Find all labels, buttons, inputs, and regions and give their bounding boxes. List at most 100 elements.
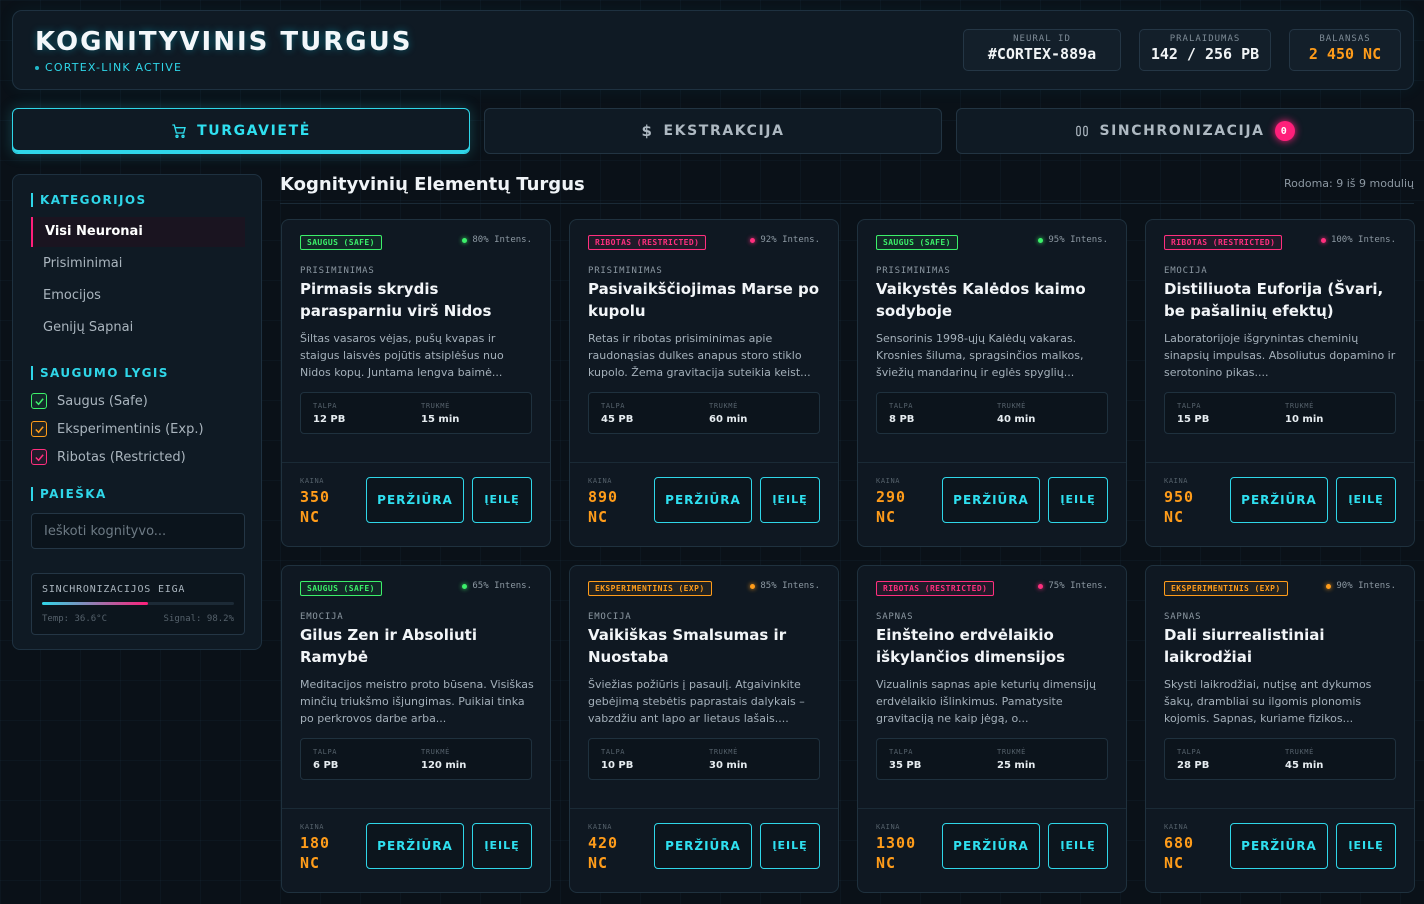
- intensity-indicator: 65% Intens.: [462, 581, 532, 591]
- tab-extraction[interactable]: $ EKSTRAKCIJA: [484, 108, 942, 154]
- add-to-queue-button[interactable]: Į EILĘ: [1336, 477, 1396, 523]
- queue-label-line2: EILĘ: [777, 493, 808, 506]
- status-text: CORTEX-LINK ACTIVE: [45, 61, 183, 74]
- intensity-indicator: 90% Intens.: [1326, 581, 1396, 591]
- queue-label-line2: EILĘ: [1065, 839, 1096, 852]
- safety-tag: SAUGUS (SAFE): [876, 235, 958, 250]
- filter-restricted-label: Ribotas (Restricted): [57, 449, 186, 465]
- price-label: KAINA: [1164, 477, 1189, 485]
- sidebar-item-all-neurons[interactable]: Visi Neuronai: [31, 217, 245, 247]
- dollar-icon: $: [641, 122, 654, 140]
- card-specs: TALPA 12 PB TRUKMĖ 15 min: [300, 392, 532, 434]
- card-title: Einšteino erdvėlaikio iškylančios dimens…: [876, 626, 1066, 666]
- capacity-label: TALPA: [601, 402, 626, 410]
- checkbox-safe[interactable]: [31, 393, 47, 409]
- intensity-value: 90% Intens.: [1336, 581, 1396, 591]
- duration-value: 120 min: [421, 760, 467, 771]
- tab-sync-label: SINCHRONIZACIJA: [1099, 123, 1265, 139]
- duration-label: TRUKMĖ: [709, 402, 738, 410]
- preview-button[interactable]: PERŽIŪRA: [1230, 823, 1328, 869]
- preview-button[interactable]: PERŽIŪRA: [942, 823, 1040, 869]
- intensity-indicator: 75% Intens.: [1038, 581, 1108, 591]
- sync-icon: [1076, 125, 1089, 137]
- queue-label-line2: EILĘ: [777, 839, 808, 852]
- card-title: Vaikiškas Smalsumas ir Nuostaba: [588, 626, 787, 666]
- card-title: Distiliuota Euforija (Švari, be pašalini…: [1164, 280, 1384, 320]
- card-description: Šiltas vasaros vėjas, pušų kvapas ir sta…: [300, 332, 504, 379]
- product-card[interactable]: RIBOTAS (RESTRICTED) 100% Intens. EMOCIJA D…: [1145, 219, 1415, 547]
- card-footer: KAINA 290 NC PERŽIŪRA Į EILĘ: [858, 462, 1126, 546]
- add-to-queue-button[interactable]: Į EILĘ: [472, 477, 532, 523]
- capacity-value: 45 PB: [601, 414, 634, 425]
- checkbox-experimental[interactable]: [31, 421, 47, 437]
- card-specs: TALPA 35 PB TRUKMĖ 25 min: [876, 738, 1108, 780]
- capacity-value: 28 PB: [1177, 760, 1210, 771]
- product-card[interactable]: RIBOTAS (RESTRICTED) 92% Intens. PRISIMINI…: [569, 219, 839, 547]
- app-title: KOGNITYVINIS TURGUS: [35, 27, 413, 57]
- balance-stat: BALANSAS 2 450 NC: [1289, 29, 1401, 71]
- queue-label-line2: EILĘ: [489, 493, 520, 506]
- filter-safe-label: Saugus (Safe): [57, 393, 148, 409]
- tab-marketplace[interactable]: TURGAVIETĖ: [12, 108, 470, 154]
- add-to-queue-button[interactable]: Į EILĘ: [1336, 823, 1396, 869]
- bandwidth-stat: PRALAIDUMAS 142 / 256 PB: [1139, 29, 1271, 71]
- sidebar-item-memories[interactable]: Prisiminimai: [31, 249, 245, 279]
- search-input[interactable]: [31, 513, 245, 549]
- sync-badge: 0: [1274, 121, 1295, 141]
- preview-button[interactable]: PERŽIŪRA: [366, 477, 464, 523]
- card-footer: KAINA 350 NC PERŽIŪRA Į EILĘ: [282, 462, 550, 546]
- search-title: PAIEŠKA: [31, 487, 107, 501]
- card-description: Skysti laikrodžiai, nutįsę ant dykumos š…: [1164, 678, 1372, 725]
- filter-experimental[interactable]: Eksperimentinis (Exp.): [31, 419, 204, 439]
- safety-tag: SAUGUS (SAFE): [300, 235, 382, 250]
- tab-marketplace-label: TURGAVIETĖ: [197, 123, 311, 139]
- duration-value: 40 min: [997, 414, 1036, 425]
- capacity-label: TALPA: [313, 402, 338, 410]
- card-footer: KAINA 680 NC PERŽIŪRA Į EILĘ: [1146, 808, 1414, 892]
- product-card[interactable]: SAUGUS (SAFE) 65% Intens. EMOCIJA Gilus Zen…: [281, 565, 551, 893]
- duration-label: TRUKMĖ: [997, 748, 1026, 756]
- preview-button[interactable]: PERŽIŪRA: [366, 823, 464, 869]
- duration-value: 30 min: [709, 760, 748, 771]
- filter-safe[interactable]: Saugus (Safe): [31, 391, 148, 411]
- add-to-queue-button[interactable]: Į EILĘ: [760, 823, 820, 869]
- price-value: 1300 NC: [876, 834, 917, 872]
- sidebar-item-emotions[interactable]: Emocijos: [31, 281, 245, 311]
- card-title: Pirmasis skrydis parasparniu virš Nidos: [300, 280, 492, 320]
- filter-restricted[interactable]: Ribotas (Restricted): [31, 447, 186, 467]
- capacity-value: 6 PB: [313, 760, 339, 771]
- capacity-value: 12 PB: [313, 414, 346, 425]
- product-card[interactable]: EKSPERIMENTINIS (EXP) 90% Intens. SAPNAS Da…: [1145, 565, 1415, 893]
- product-card[interactable]: EKSPERIMENTINIS (EXP) 85% Intens. EMOCIJA V…: [569, 565, 839, 893]
- bandwidth-label: PRALAIDUMAS: [1169, 34, 1241, 44]
- intensity-indicator: 100% Intens.: [1320, 235, 1396, 245]
- card-specs: TALPA 10 PB TRUKMĖ 30 min: [588, 738, 820, 780]
- add-to-queue-button[interactable]: Į EILĘ: [472, 823, 532, 869]
- duration-label: TRUKMĖ: [421, 748, 450, 756]
- intensity-value: 80% Intens.: [472, 235, 532, 245]
- check-icon: [34, 397, 44, 405]
- intensity-dot-icon: [462, 237, 468, 243]
- preview-button[interactable]: PERŽIŪRA: [1230, 477, 1328, 523]
- product-card[interactable]: SAUGUS (SAFE) 95% Intens. PRISIMINIMAS Vaik…: [857, 219, 1127, 547]
- sidebar-item-genius-dreams[interactable]: Genijų Sapnai: [31, 313, 245, 343]
- checkbox-restricted[interactable]: [31, 449, 47, 465]
- intensity-value: 85% Intens.: [760, 581, 820, 591]
- product-card[interactable]: SAUGUS (SAFE) 80% Intens. PRISIMINIMAS Pirm…: [281, 219, 551, 547]
- duration-label: TRUKMĖ: [1285, 402, 1314, 410]
- product-card[interactable]: RIBOTAS (RESTRICTED) 75% Intens. SAPNAS Ein…: [857, 565, 1127, 893]
- intensity-indicator: 95% Intens.: [1038, 235, 1108, 245]
- add-to-queue-button[interactable]: Į EILĘ: [760, 477, 820, 523]
- preview-button[interactable]: PERŽIŪRA: [654, 823, 752, 869]
- tab-sync[interactable]: SINCHRONIZACIJA 0: [956, 108, 1414, 154]
- add-to-queue-button[interactable]: Į EILĘ: [1048, 477, 1108, 523]
- price-label: KAINA: [876, 823, 901, 831]
- add-to-queue-button[interactable]: Į EILĘ: [1048, 823, 1108, 869]
- capacity-value: 35 PB: [889, 760, 922, 771]
- preview-button[interactable]: PERŽIŪRA: [654, 477, 752, 523]
- preview-button[interactable]: PERŽIŪRA: [942, 477, 1040, 523]
- price-value: 350 NC: [300, 488, 331, 526]
- card-footer: KAINA 950 NC PERŽIŪRA Į EILĘ: [1146, 462, 1414, 546]
- capacity-label: TALPA: [1177, 402, 1202, 410]
- status-dot-icon: [35, 66, 39, 70]
